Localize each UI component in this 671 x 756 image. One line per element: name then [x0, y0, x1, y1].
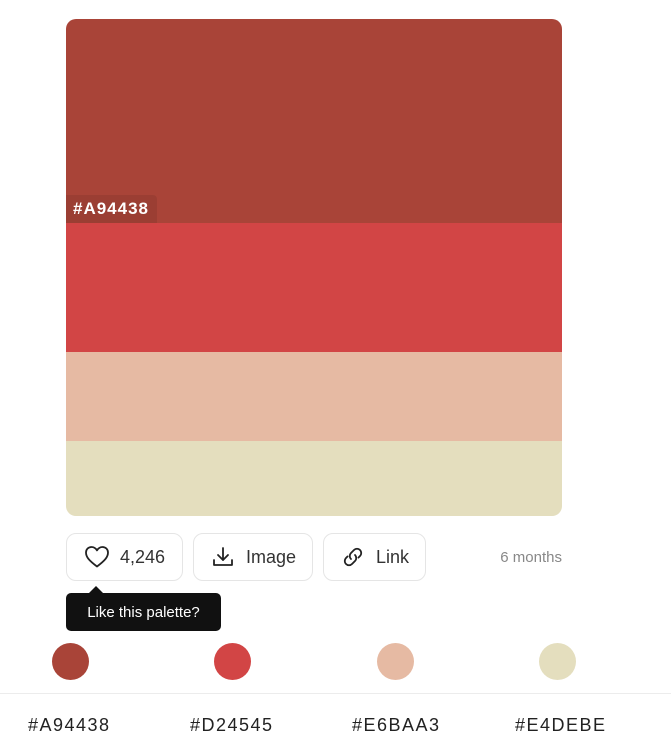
color-dot[interactable]	[377, 643, 414, 680]
color-dot[interactable]	[539, 643, 576, 680]
likes-count: 4,246	[119, 546, 166, 567]
hex-code-row: #A94438 #D24545 #E6BAA3 #E4DEBE	[0, 693, 671, 756]
heart-icon	[84, 544, 110, 570]
hex-code[interactable]: #E4DEBE	[515, 715, 607, 736]
hex-code[interactable]: #D24545	[190, 715, 274, 736]
color-dot[interactable]	[52, 643, 89, 680]
hex-code[interactable]: #A94438	[28, 715, 111, 736]
like-button[interactable]: 4,246	[66, 533, 183, 581]
copy-link-button[interactable]: Link	[323, 533, 426, 581]
link-label: Link	[375, 546, 410, 567]
swatch-1[interactable]: #A94438	[66, 19, 562, 223]
link-icon	[340, 544, 366, 570]
swatch-2[interactable]	[66, 223, 562, 352]
color-dot[interactable]	[214, 643, 251, 680]
swatch-4[interactable]	[66, 441, 562, 516]
palette-actions: 4,246 Image Link 6 months	[66, 533, 562, 581]
time-ago: 6 months	[500, 548, 562, 566]
hex-code[interactable]: #E6BAA3	[352, 715, 441, 736]
swatch-hex-label[interactable]: #A94438	[66, 195, 158, 223]
like-tooltip: Like this palette?	[66, 586, 221, 631]
download-image-button[interactable]: Image	[193, 533, 313, 581]
color-dots	[0, 643, 671, 681]
swatch-3[interactable]	[66, 352, 562, 441]
tooltip-text: Like this palette?	[87, 603, 200, 621]
palette-page: #A94438 4,246 Image Link 6 months Like t…	[0, 0, 671, 756]
palette-card: #A94438	[66, 19, 562, 516]
image-label: Image	[245, 546, 297, 567]
download-icon	[210, 544, 236, 570]
